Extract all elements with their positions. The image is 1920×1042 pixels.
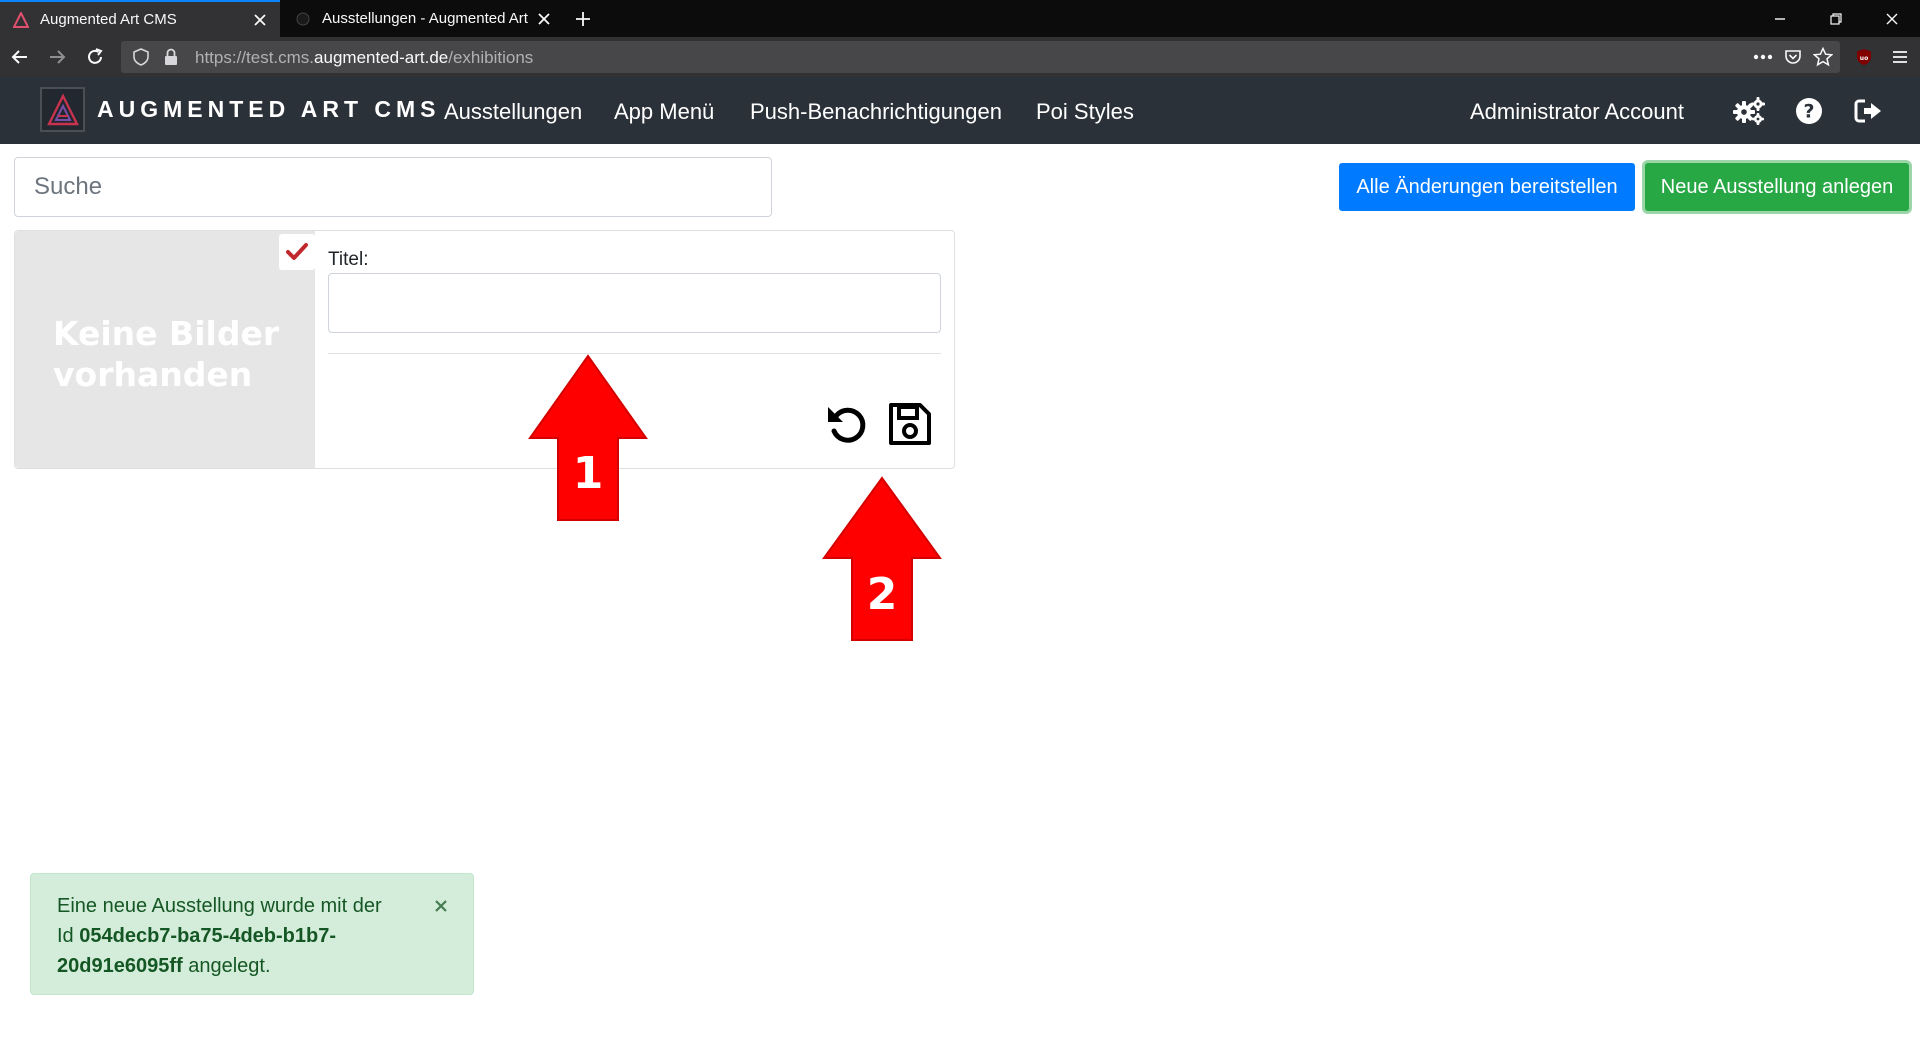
nav-push-notifications[interactable]: Push-Benachrichtigungen [750,99,1002,125]
brand-name: AUGMENTED ART CMS [97,96,441,122]
shield-icon[interactable] [129,45,153,69]
title-label: Titel: [328,249,369,270]
pocket-icon[interactable] [1781,45,1805,69]
arrow-1-number: 1 [573,448,604,499]
svg-text:uo: uo [1860,55,1868,62]
tab-ausstellungen[interactable]: Ausstellungen - Augmented Art [282,0,564,37]
ublock-icon[interactable]: uo [1849,42,1879,72]
brand[interactable]: AUGMENTED ART CMS [40,87,441,132]
address-bar[interactable]: https://test.cms.augmented-art.de/exhibi… [121,41,1840,73]
success-toast: Eine neue Ausstellung wurde mit der Id 0… [30,873,474,995]
title-input[interactable] [328,273,941,333]
tab-augmented-art-cms[interactable]: Augmented Art CMS [0,0,280,37]
hamburger-menu-icon[interactable] [1885,42,1915,72]
reload-icon[interactable] [80,42,110,72]
exhibition-card: Keine Bilder vorhanden Titel: [14,230,955,469]
browser-navbar: https://test.cms.augmented-art.de/exhibi… [0,37,1920,77]
gears-icon[interactable] [1732,94,1766,128]
no-images-text: Keine Bilder vorhanden [53,314,280,394]
deploy-all-button[interactable]: Alle Änderungen bereitstellen [1339,163,1635,211]
new-exhibition-button[interactable]: Neue Ausstellung anlegen [1645,163,1909,211]
check-icon[interactable] [279,234,315,270]
close-tab-icon[interactable] [530,5,558,33]
nav-poi-styles[interactable]: Poi Styles [1036,99,1134,125]
annotation-arrow-2: 2 [822,476,942,641]
svg-text:?: ? [1803,101,1814,123]
url-text: https://test.cms.augmented-art.de/exhibi… [195,48,534,67]
tab-title: Ausstellungen - Augmented Art [322,10,528,27]
account-link[interactable]: Administrator Account [1470,99,1684,125]
minimize-window-icon[interactable] [1752,0,1808,37]
site-favicon-icon [294,10,312,28]
browser-tabbar: Augmented Art CMS Ausstellungen - Augmen… [0,0,1920,37]
search-input[interactable] [14,157,772,217]
app-header: AUGMENTED ART CMS Ausstellungen App Menü… [0,77,1920,144]
tab-title: Augmented Art CMS [40,11,177,28]
restore-window-icon[interactable] [1808,0,1864,37]
nav-app-menu[interactable]: App Menü [614,99,714,125]
nav-ausstellungen[interactable]: Ausstellungen [444,99,582,125]
new-tab-icon[interactable] [568,4,598,34]
logout-icon[interactable] [1852,94,1886,128]
more-actions-icon[interactable] [1751,45,1775,69]
undo-icon[interactable] [823,399,873,449]
toast-message: Eine neue Ausstellung wurde mit der Id 0… [57,895,382,977]
close-tab-icon[interactable] [246,6,274,34]
forward-icon[interactable] [42,42,72,72]
augmented-art-favicon-icon [12,11,30,29]
image-placeholder: Keine Bilder vorhanden [15,231,315,468]
logo-icon [40,87,85,132]
lock-icon[interactable] [159,45,183,69]
arrow-2-number: 2 [867,569,898,620]
annotation-arrow-1: 1 [528,354,648,521]
close-window-icon[interactable] [1864,0,1920,37]
save-icon[interactable] [885,399,935,449]
back-icon[interactable] [5,42,35,72]
help-icon[interactable]: ? [1792,94,1826,128]
close-toast-icon[interactable] [427,892,455,920]
bookmark-star-icon[interactable] [1811,45,1835,69]
